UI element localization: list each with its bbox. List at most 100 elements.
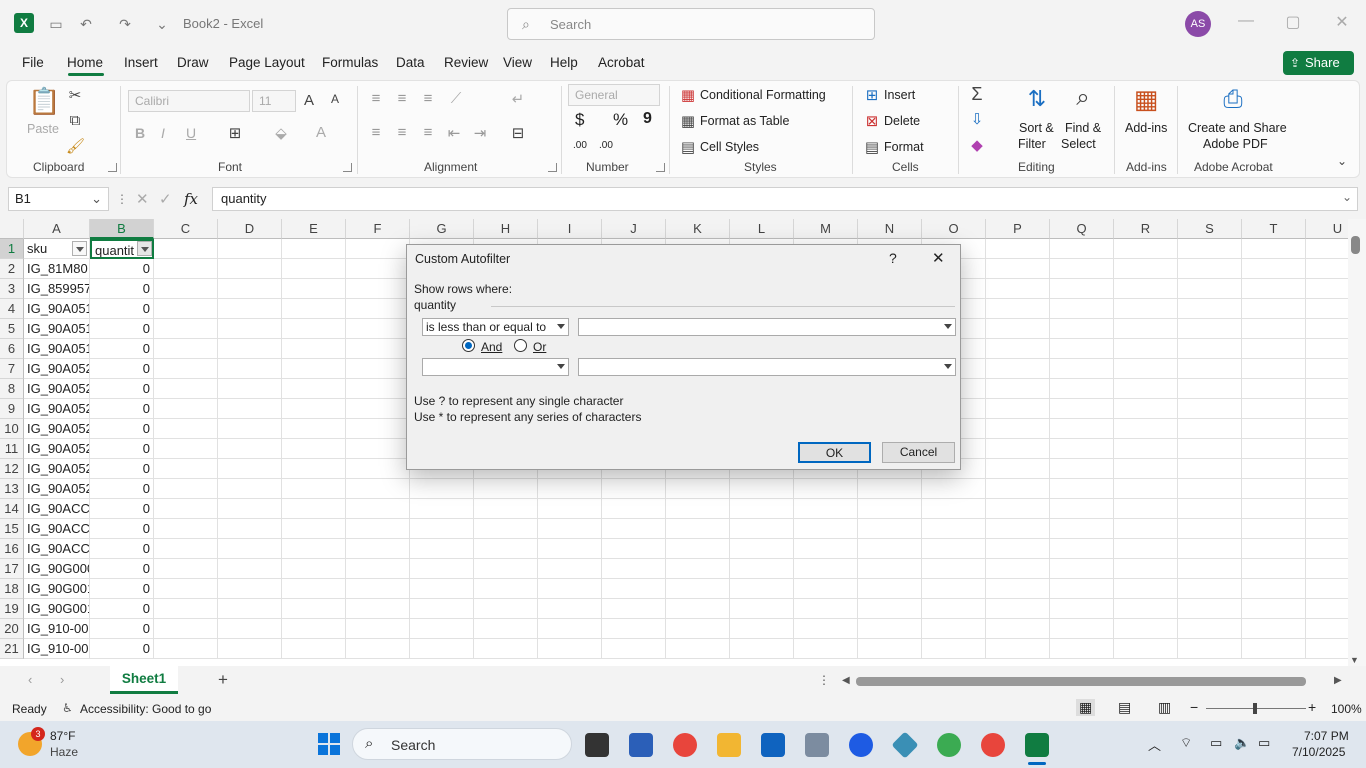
align-bottom-icon[interactable]: ≡ xyxy=(419,90,437,107)
number-format-select[interactable]: General xyxy=(568,84,660,106)
row-header[interactable]: 5 xyxy=(0,319,24,339)
grid-cell[interactable] xyxy=(794,499,858,519)
file-explorer-icon[interactable] xyxy=(717,733,741,757)
grid-cell[interactable] xyxy=(474,599,538,619)
row-header[interactable]: 7 xyxy=(0,359,24,379)
column-header[interactable]: C xyxy=(154,219,218,239)
grid-cell[interactable] xyxy=(1242,279,1306,299)
grid-cell[interactable] xyxy=(986,339,1050,359)
grid-cell[interactable] xyxy=(986,559,1050,579)
grid-cell[interactable] xyxy=(154,359,218,379)
quantity-cell[interactable]: 0 xyxy=(90,539,154,559)
grid-cell[interactable] xyxy=(1306,239,1348,259)
grid-cell[interactable] xyxy=(666,559,730,579)
grid-cell[interactable] xyxy=(1114,359,1178,379)
grid-cell[interactable] xyxy=(794,599,858,619)
grid-cell[interactable] xyxy=(986,499,1050,519)
tab-acrobat[interactable]: Acrobat xyxy=(598,55,645,70)
find-select-label-1[interactable]: Find & xyxy=(1065,121,1101,135)
column-header[interactable]: R xyxy=(1114,219,1178,239)
grid-cell[interactable] xyxy=(1178,559,1242,579)
decrease-font-icon[interactable]: A xyxy=(326,92,344,106)
grid-cell[interactable] xyxy=(1050,279,1114,299)
grid-cell[interactable] xyxy=(346,419,410,439)
select-all-corner[interactable] xyxy=(0,219,24,239)
sku-cell[interactable]: IG_90G000 xyxy=(24,559,90,579)
comma-style-button[interactable]: 9 xyxy=(643,110,652,128)
row-header[interactable]: 14 xyxy=(0,499,24,519)
quantity-cell[interactable]: 0 xyxy=(90,499,154,519)
grid-cell[interactable] xyxy=(538,519,602,539)
grid-cell[interactable] xyxy=(154,619,218,639)
sku-cell[interactable]: IG_90A051 xyxy=(24,299,90,319)
row-header[interactable]: 20 xyxy=(0,619,24,639)
grid-cell[interactable] xyxy=(730,559,794,579)
grid-cell[interactable] xyxy=(922,619,986,639)
grid-cell[interactable] xyxy=(666,479,730,499)
format-painter-icon[interactable]: 🖌 xyxy=(66,137,85,155)
grid-cell[interactable] xyxy=(1050,319,1114,339)
grid-cell[interactable] xyxy=(538,599,602,619)
store-icon[interactable] xyxy=(629,733,653,757)
chrome-icon[interactable] xyxy=(673,733,697,757)
grid-cell[interactable] xyxy=(1050,359,1114,379)
grid-cell[interactable] xyxy=(858,639,922,659)
grid-cell[interactable] xyxy=(218,259,282,279)
grid-cell[interactable] xyxy=(154,459,218,479)
tab-help[interactable]: Help xyxy=(550,55,578,70)
insert-function-icon[interactable]: fx xyxy=(184,190,198,208)
grid-cell[interactable] xyxy=(1242,599,1306,619)
zoom-level[interactable]: 100% xyxy=(1331,702,1362,716)
grid-cell[interactable] xyxy=(986,259,1050,279)
grid-cell[interactable] xyxy=(1306,599,1348,619)
grid-cell[interactable] xyxy=(154,559,218,579)
grid-cell[interactable] xyxy=(154,579,218,599)
grid-cell[interactable] xyxy=(346,639,410,659)
help-button[interactable]: ? xyxy=(889,250,897,266)
grid-cell[interactable] xyxy=(282,239,346,259)
grid-cell[interactable] xyxy=(1306,519,1348,539)
grid-cell[interactable] xyxy=(218,239,282,259)
grid-cell[interactable] xyxy=(666,519,730,539)
grid-cell[interactable] xyxy=(1306,339,1348,359)
minimize-icon[interactable]: — xyxy=(1234,12,1258,30)
grid-cell[interactable] xyxy=(794,559,858,579)
row-header[interactable]: 11 xyxy=(0,439,24,459)
sku-cell[interactable]: IG_90A052 xyxy=(24,459,90,479)
grid-cell[interactable] xyxy=(1050,459,1114,479)
formula-input[interactable]: quantity xyxy=(212,187,1358,211)
grid-cell[interactable] xyxy=(1306,439,1348,459)
row-header[interactable]: 6 xyxy=(0,339,24,359)
row-header[interactable]: 21 xyxy=(0,639,24,659)
grid-cell[interactable] xyxy=(1178,359,1242,379)
grid-cell[interactable] xyxy=(474,479,538,499)
grid-cell[interactable] xyxy=(154,379,218,399)
chrome-profile-2-icon[interactable] xyxy=(981,733,1005,757)
grid-cell[interactable] xyxy=(282,379,346,399)
grid-cell[interactable] xyxy=(730,639,794,659)
borders-icon[interactable]: ⊞ xyxy=(226,124,244,142)
grid-cell[interactable] xyxy=(282,419,346,439)
font-launcher-icon[interactable] xyxy=(343,163,352,172)
row-header[interactable]: 19 xyxy=(0,599,24,619)
display-icon[interactable]: ▭ xyxy=(1210,735,1222,751)
grid-cell[interactable] xyxy=(730,579,794,599)
grid-cell[interactable] xyxy=(154,539,218,559)
grid-cell[interactable] xyxy=(1178,379,1242,399)
conditional-formatting-button[interactable]: Conditional Formatting xyxy=(700,88,826,102)
grid-cell[interactable] xyxy=(1242,259,1306,279)
row-header[interactable]: 12 xyxy=(0,459,24,479)
cancel-button[interactable]: Cancel xyxy=(882,442,955,463)
grid-cell[interactable] xyxy=(922,519,986,539)
grid-cell[interactable] xyxy=(986,519,1050,539)
grid-cell[interactable] xyxy=(1306,639,1348,659)
cell-styles-button[interactable]: Cell Styles xyxy=(700,140,759,154)
grid-cell[interactable] xyxy=(474,519,538,539)
grid-cell[interactable] xyxy=(794,479,858,499)
column-header[interactable]: N xyxy=(858,219,922,239)
grid-cell[interactable] xyxy=(730,599,794,619)
grid-cell[interactable] xyxy=(986,479,1050,499)
grid-cell[interactable] xyxy=(1306,479,1348,499)
grid-cell[interactable] xyxy=(154,639,218,659)
windows-start-icon[interactable] xyxy=(318,733,340,755)
